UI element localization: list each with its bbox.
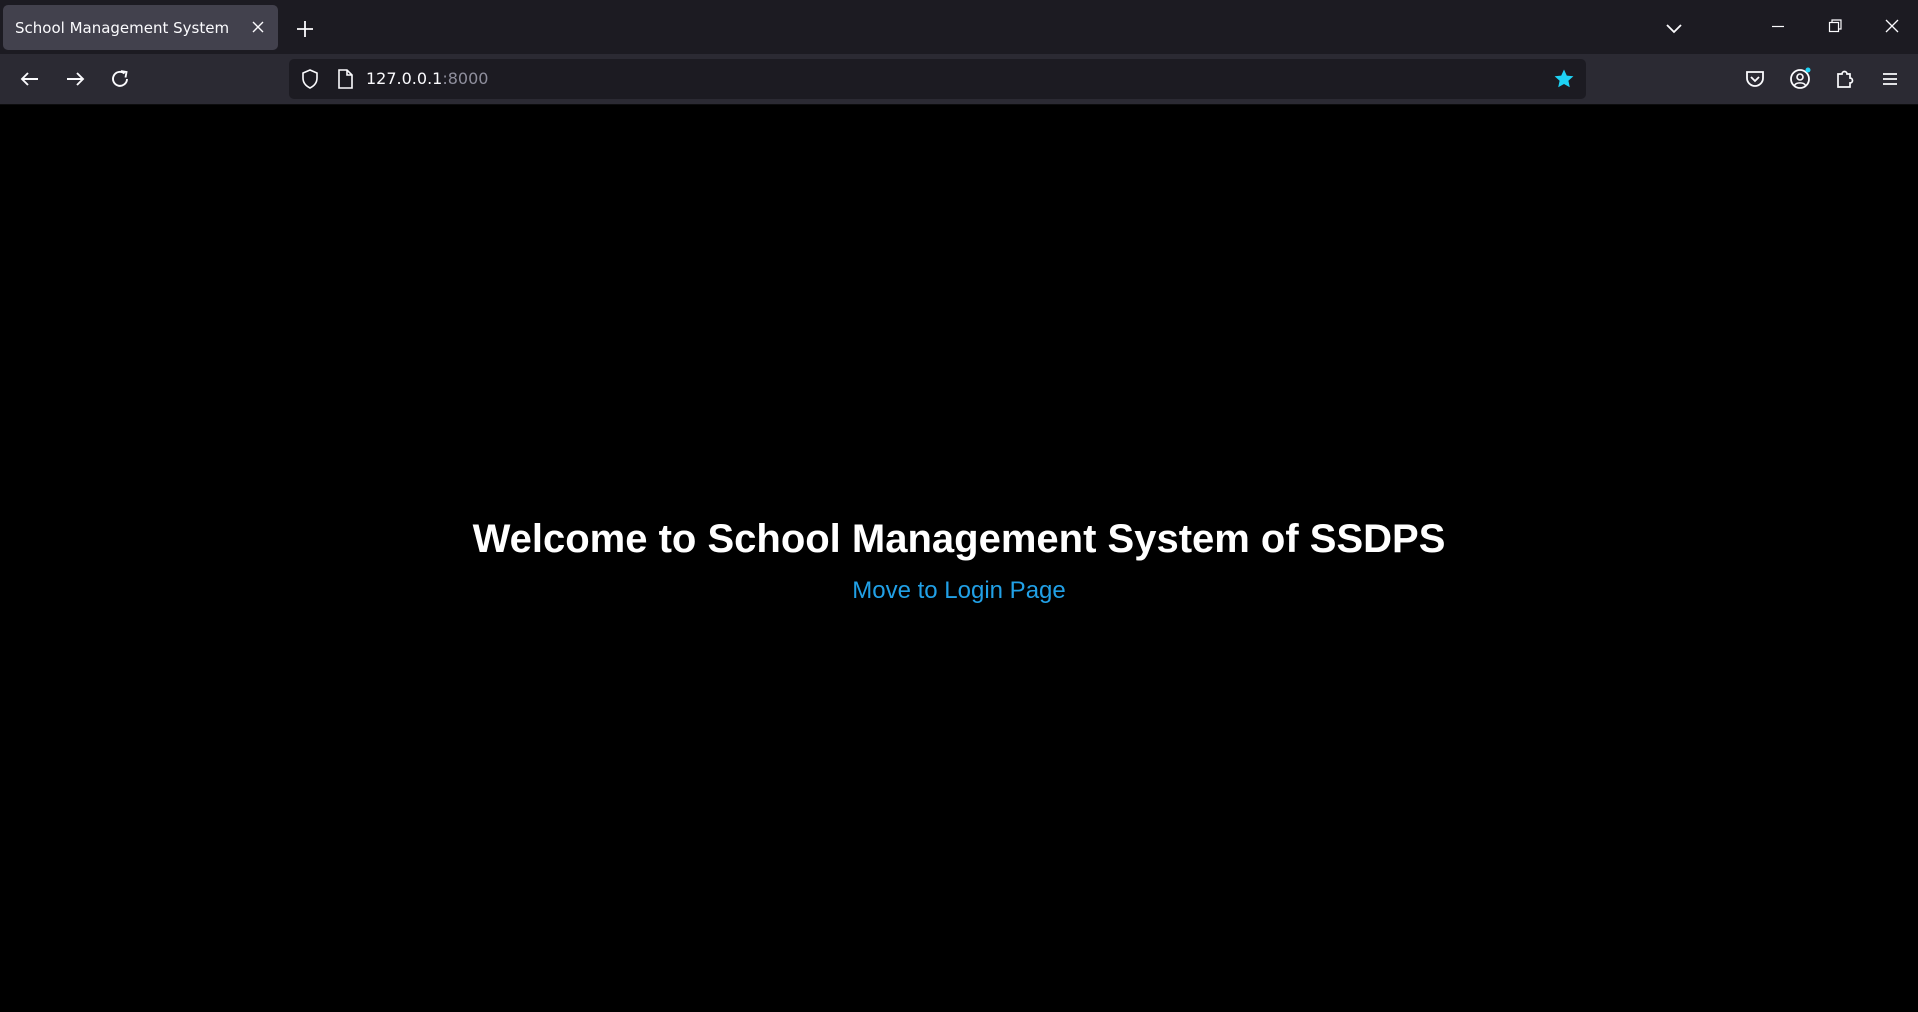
account-icon[interactable]	[1787, 66, 1813, 92]
arrow-right-icon[interactable]	[62, 66, 88, 92]
login-page-link[interactable]: Move to Login Page	[0, 577, 1918, 605]
page-content: Welcome to School Management System of S…	[0, 105, 1918, 1012]
pocket-icon[interactable]	[1742, 66, 1768, 92]
plus-icon[interactable]	[292, 16, 318, 42]
tab-strip: School Management System	[0, 0, 1918, 54]
close-icon[interactable]	[250, 19, 266, 35]
address-bar[interactable]: 127.0.0.1:8000	[289, 59, 1586, 99]
minimize-icon[interactable]	[1766, 14, 1790, 38]
nav-toolbar: 127.0.0.1:8000	[0, 54, 1918, 105]
url-host: 127.0.0.1	[366, 69, 443, 88]
tab-title: School Management System	[15, 18, 230, 37]
welcome-heading: Welcome to School Management System of S…	[472, 517, 1446, 561]
restore-icon[interactable]	[1823, 14, 1847, 38]
reload-icon[interactable]	[107, 66, 133, 92]
chevron-down-icon[interactable]	[1662, 18, 1686, 38]
puzzle-icon[interactable]	[1832, 66, 1858, 92]
shield-icon[interactable]	[299, 68, 321, 90]
tab-active[interactable]: School Management System	[3, 5, 278, 50]
url-port: :8000	[442, 69, 489, 88]
arrow-left-icon[interactable]	[17, 66, 43, 92]
page-icon[interactable]	[335, 68, 355, 90]
hamburger-menu-icon[interactable]	[1877, 66, 1903, 92]
star-icon[interactable]	[1553, 68, 1575, 90]
close-window-icon[interactable]	[1880, 14, 1904, 38]
url-text: 127.0.0.1:8000	[366, 69, 488, 88]
